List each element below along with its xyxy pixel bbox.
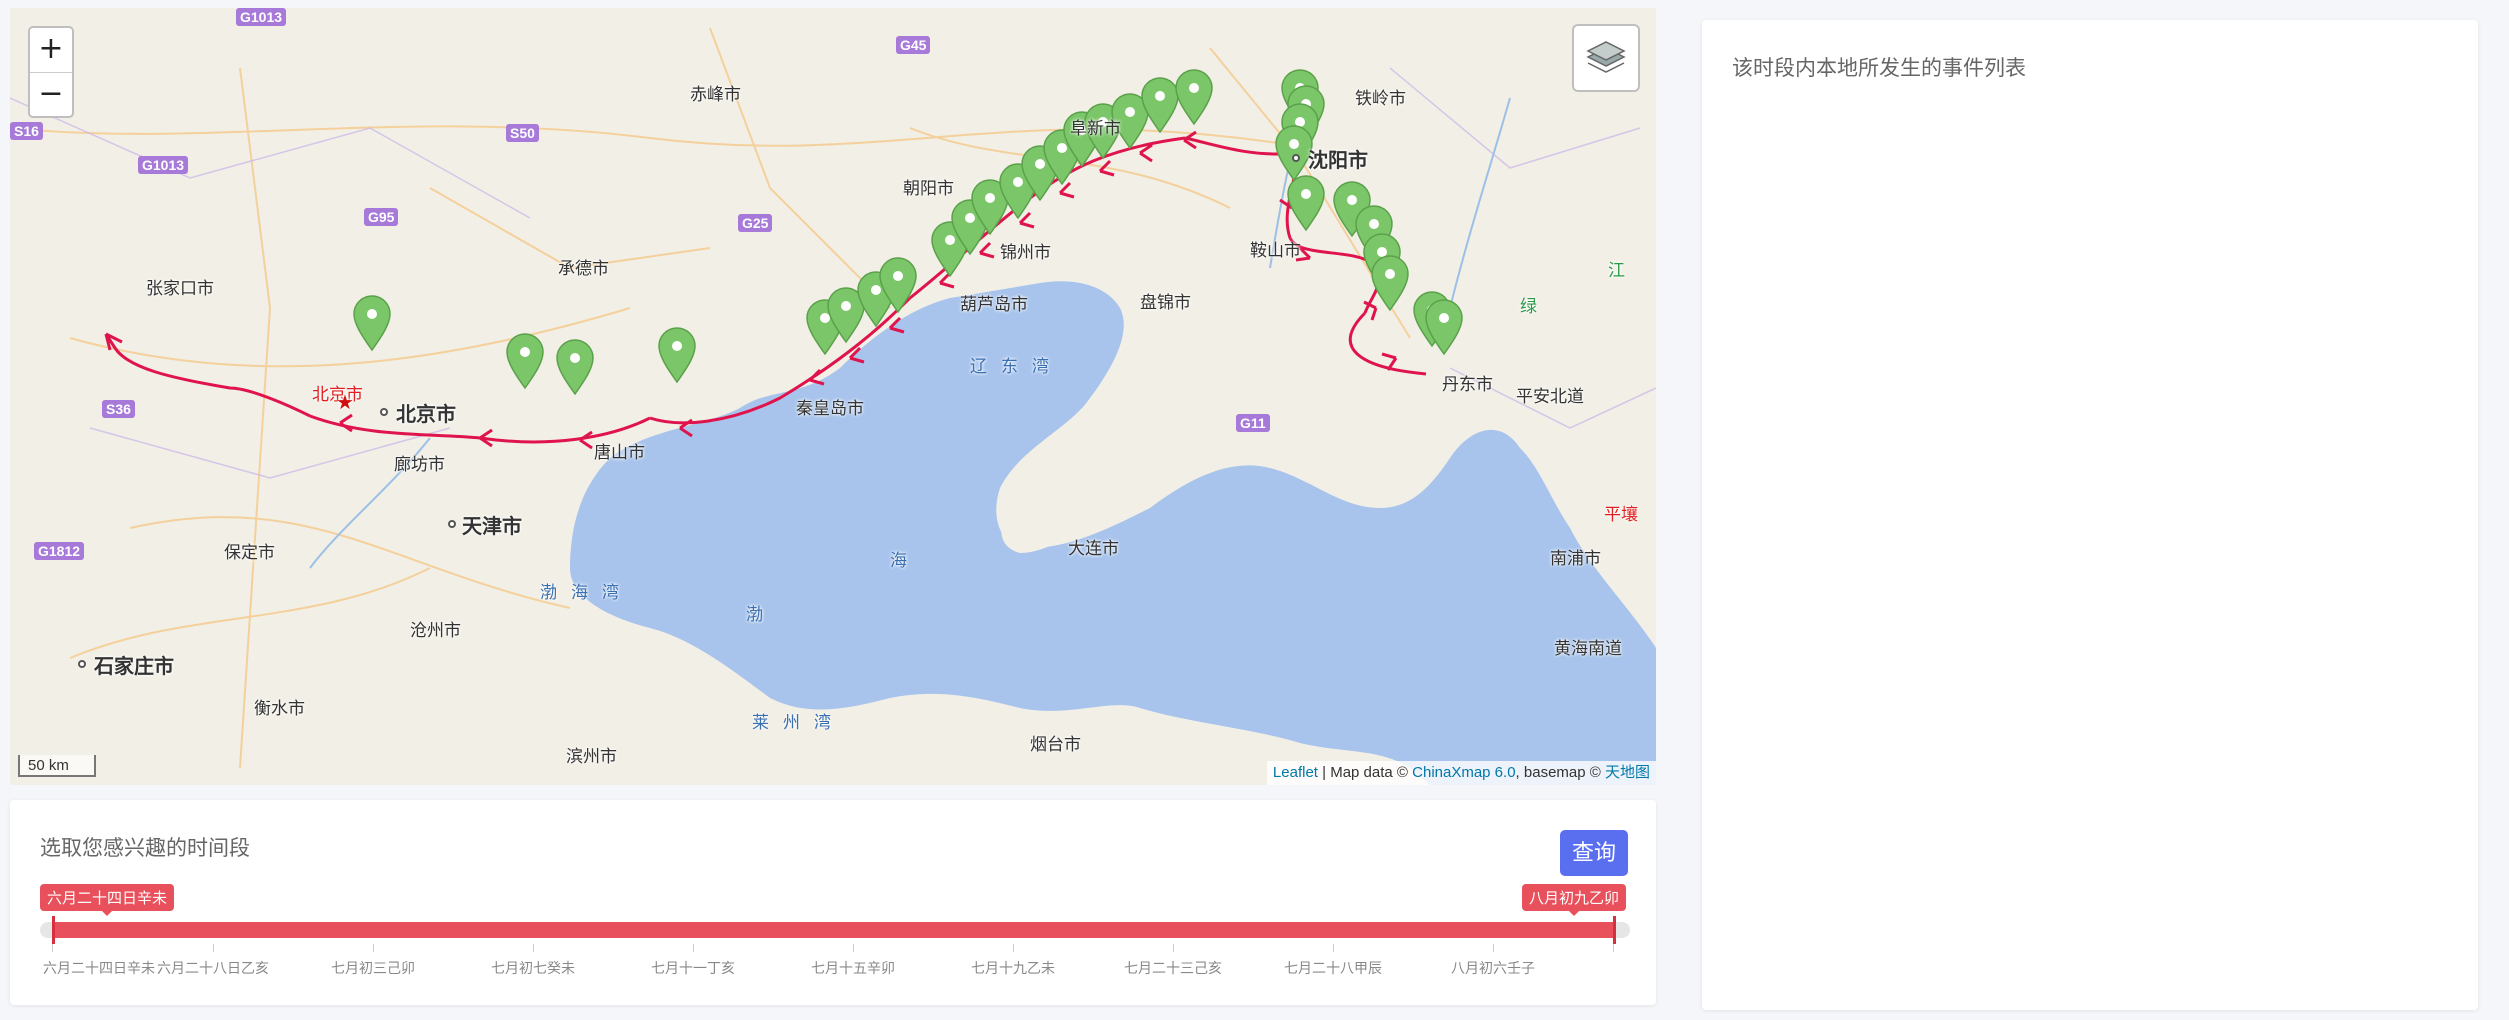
map-label: 阜新市 xyxy=(1070,119,1121,138)
slider-tick-label: 七月十一丁亥 xyxy=(651,960,735,976)
event-list-title: 该时段内本地所发生的事件列表 xyxy=(1732,57,2026,80)
map-label: 唐山市 xyxy=(594,443,645,462)
start-time-tag: 六月二十四日辛未 xyxy=(40,884,175,916)
sea-label: 海 xyxy=(890,551,921,570)
layers-icon xyxy=(1586,41,1626,73)
slider-tick xyxy=(52,944,53,952)
slider-tick-label: 七月二十八甲辰 xyxy=(1284,960,1382,976)
city-dot xyxy=(448,520,456,528)
time-range-panel: 选取您感兴趣的时间段 查询 六月二十四日辛未 八月初九乙卯 六月二十四日辛未 六… xyxy=(10,800,1656,1005)
slider-tick xyxy=(1333,944,1334,952)
map-label: 葫芦岛市 xyxy=(960,295,1028,314)
slider-tick xyxy=(213,944,214,952)
scale-bar: 50 km xyxy=(18,755,96,777)
chinaxmap-link[interactable]: ChinaXmap 6.0 xyxy=(1412,764,1515,781)
sea-label: 渤 xyxy=(746,605,777,624)
query-button[interactable]: 查询 xyxy=(1560,830,1628,876)
map-label: 江 xyxy=(1608,261,1625,280)
map-label: 承德市 xyxy=(558,259,609,278)
event-list-panel: 该时段内本地所发生的事件列表 xyxy=(1702,20,2478,1010)
layers-button[interactable] xyxy=(1572,24,1640,92)
map-label: 铁岭市 xyxy=(1355,89,1406,108)
slider-tick-label: 七月初三己卯 xyxy=(331,960,415,976)
highway-shield: S16 xyxy=(10,122,43,140)
tianditu-link[interactable]: 天地图 xyxy=(1605,764,1650,781)
slider-tick-label: 七月十五辛卯 xyxy=(811,960,895,976)
map-label: 衡水市 xyxy=(254,699,305,718)
slider-tick-label: 六月二十四日辛未 xyxy=(43,960,155,976)
map-label: 张家口市 xyxy=(146,279,214,298)
city-dot xyxy=(380,408,388,416)
slider-end-handle[interactable] xyxy=(1613,916,1616,944)
map-attribution: Leaflet | Map data © ChinaXmap 6.0, base… xyxy=(1266,761,1656,785)
map-label: 沧州市 xyxy=(410,621,461,640)
sea-label: 莱州湾 xyxy=(752,713,845,732)
map-label: 沈阳市 xyxy=(1308,150,1368,172)
highway-shield: G1013 xyxy=(138,156,189,174)
highway-shield: S36 xyxy=(102,400,135,418)
map-label: 保定市 xyxy=(224,543,275,562)
map-label: 鞍山市 xyxy=(1250,241,1301,260)
slider-start-handle[interactable] xyxy=(52,916,55,944)
slider-tick-label: 七月二十三己亥 xyxy=(1124,960,1222,976)
slider-tick xyxy=(1013,944,1014,952)
slider-tick-label: 七月十九乙未 xyxy=(971,960,1055,976)
slider-tick xyxy=(373,944,374,952)
leaflet-link[interactable]: Leaflet xyxy=(1273,764,1318,781)
slider-tick xyxy=(533,944,534,952)
map-label: 丹东市 xyxy=(1442,375,1493,394)
end-time-tag: 八月初九乙卯 xyxy=(1521,884,1626,916)
city-dot xyxy=(1292,154,1300,162)
time-panel-title: 选取您感兴趣的时间段 xyxy=(40,837,250,860)
highway-shield: G25 xyxy=(738,214,773,232)
map-label: 黄海南道 xyxy=(1554,639,1622,658)
highway-shield: G1812 xyxy=(34,542,85,560)
map-label: 石家庄市 xyxy=(94,656,174,678)
sea-label: 辽东湾 xyxy=(970,357,1063,376)
zoom-in-button[interactable]: + xyxy=(30,28,72,72)
map-label: 锦州市 xyxy=(1000,243,1051,262)
slider-tick xyxy=(1613,944,1614,952)
slider-tick-label: 七月初七癸未 xyxy=(491,960,575,976)
map-label: 烟台市 xyxy=(1030,735,1081,754)
highway-shield: G11 xyxy=(1236,414,1270,432)
highway-shield: G45 xyxy=(896,36,931,54)
slider-tick-label: 六月二十八日乙亥 xyxy=(157,960,269,976)
map-label: 滨州市 xyxy=(566,747,617,766)
attribution-text: | Map data © xyxy=(1317,764,1413,781)
map-label: 朝阳市 xyxy=(903,179,954,198)
attribution-text: , basemap © xyxy=(1515,764,1605,781)
city-dot xyxy=(78,660,86,668)
map-label: 北京市 xyxy=(396,404,456,426)
zoom-control: + − xyxy=(28,26,74,118)
highway-shield: G95 xyxy=(364,208,399,226)
zoom-out-button[interactable]: − xyxy=(30,72,72,117)
map-view[interactable]: 赤峰市 铁岭市 沈阳市 阜新市 朝阳市 承德市 张家口市 锦州市 葫芦岛市 盘锦… xyxy=(10,8,1656,785)
slider-tick xyxy=(693,944,694,952)
capital-star-icon: ★ xyxy=(336,392,354,414)
map-label: 廊坊市 xyxy=(394,455,445,474)
sea-label: 渤海湾 xyxy=(540,583,633,602)
map-label: 平安北道 xyxy=(1516,387,1584,406)
map-label: 平壤 xyxy=(1604,505,1638,524)
slider-tick-label: 八月初六壬子 xyxy=(1451,960,1535,976)
highway-shield: G1013 xyxy=(236,8,287,26)
map-label: 盘锦市 xyxy=(1140,293,1191,312)
map-label: 大连市 xyxy=(1068,539,1119,558)
map-label: 赤峰市 xyxy=(690,85,741,104)
slider-tick xyxy=(853,944,854,952)
map-label: 天津市 xyxy=(462,516,522,538)
slider-tick xyxy=(1493,944,1494,952)
highway-shield: S50 xyxy=(506,124,539,142)
map-label: 绿 xyxy=(1520,297,1537,316)
slider-tick xyxy=(1173,944,1174,952)
slider-range[interactable] xyxy=(52,922,1614,938)
map-label: 秦皇岛市 xyxy=(796,399,864,418)
map-label: 南浦市 xyxy=(1550,549,1601,568)
